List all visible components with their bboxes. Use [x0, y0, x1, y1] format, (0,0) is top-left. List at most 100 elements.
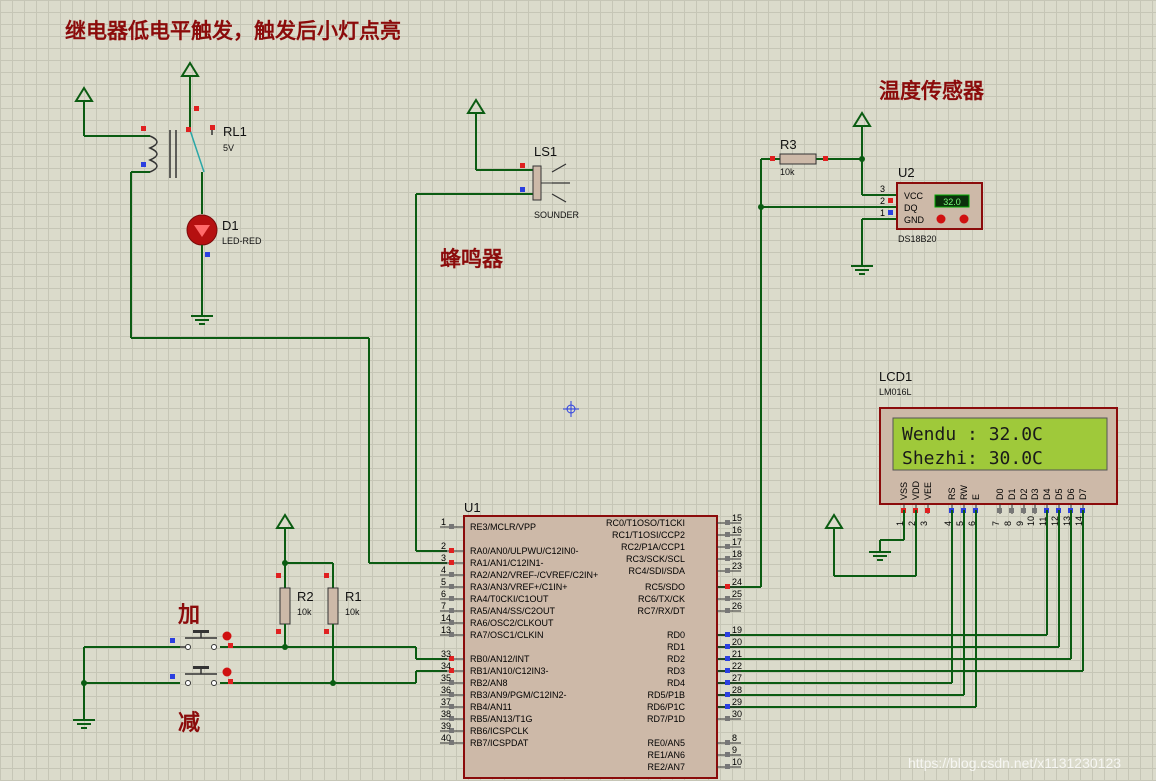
r2-ref: R2	[297, 589, 314, 604]
mcu-pin-number: 4	[441, 565, 446, 575]
relay-coil	[148, 135, 158, 173]
mcu-pin-label: RD6/P1C	[647, 702, 686, 712]
r1-value: 10k	[345, 607, 360, 617]
mcu-pin-label: RC5/SDO	[645, 582, 685, 592]
mcu-pin-number: 30	[732, 709, 742, 719]
mcu-pin-label: RB5/AN13/T1G	[470, 714, 533, 724]
power-terminal-relay-contact	[180, 61, 200, 77]
sound-wave-icon	[551, 163, 567, 173]
lcd-pin-number: 3	[919, 521, 929, 526]
mcu-pin-number: 1	[441, 517, 446, 527]
mcu-pin-number: 16	[732, 525, 742, 535]
mcu-pin-number: 10	[732, 757, 742, 767]
ground-symbol-lcd	[869, 551, 891, 561]
lcd-pin-label: RS	[947, 487, 957, 500]
sensor-reading: 32.0	[943, 197, 961, 207]
schematic-svg: 继电器低电平触发，触发后小灯点亮 温度传感器 蜂鸣器 加 减 RL1 5V D1…	[65, 19, 1121, 779]
mcu-pin-label: RE2/AN7	[647, 762, 685, 772]
mcu-pin-label: RA6/OSC2/CLKOUT	[470, 618, 554, 628]
mcu-pin-number: 21	[732, 649, 742, 659]
power-terminal-sensor	[852, 111, 872, 127]
r2-value: 10k	[297, 607, 312, 617]
r3-value: 10k	[780, 167, 795, 177]
mcu-pin-label: RC0/T1OSO/T1CKI	[606, 518, 685, 528]
sensor-increase-button-icon[interactable]	[959, 214, 969, 224]
sensor-pin-dq: DQ	[904, 203, 918, 213]
mcu-pin-label: RA3/AN3/VREF+/C1IN+	[470, 582, 568, 592]
relay-switch-arm	[189, 129, 205, 173]
mcu-pin-number: 26	[732, 601, 742, 611]
mcu-pin-label: RB2/AN8	[470, 678, 508, 688]
mcu-pin-label: RB1/AN10/C12IN3-	[470, 666, 549, 676]
mcu-pin-label: RD0	[667, 630, 685, 640]
sensor-decrease-button-icon[interactable]	[936, 214, 946, 224]
mcu-pin-label: RC4/SDI/SDA	[628, 566, 685, 576]
lcd-ref: LCD1	[879, 369, 912, 384]
mcu-pin-number: 35	[441, 673, 451, 683]
mcu-pin-number: 28	[732, 685, 742, 695]
buzzer-annotation: 蜂鸣器	[440, 247, 504, 271]
mcu-pin-number: 38	[441, 709, 451, 719]
mcu-pin-number: 20	[732, 637, 742, 647]
lcd-pin-number: 8	[1003, 521, 1013, 526]
lcd-pin-label: D7	[1078, 488, 1088, 500]
lcd-pin-label: VEE	[923, 482, 933, 500]
lcd-pin-label: D4	[1042, 488, 1052, 500]
mcu-pin-label: RA2/AN2/VREF-/CVREF/C2IN+	[470, 570, 598, 580]
button-circuit: R2 10k R1 10k	[73, 513, 447, 729]
power-terminal-lcd	[824, 513, 844, 529]
crosshair-icon	[563, 401, 579, 417]
lcd-pin-label: D1	[1007, 488, 1017, 500]
mcu-pin-number: 8	[732, 733, 737, 743]
lcd-pin-number: 7	[991, 521, 1001, 526]
plus-annotation: 加	[177, 603, 200, 628]
schematic-canvas: 继电器低电平触发，触发后小灯点亮 温度传感器 蜂鸣器 加 减 RL1 5V D1…	[0, 0, 1156, 781]
watermark: https://blog.csdn.net/x1131230123	[908, 755, 1121, 771]
mcu-pin-label: RC1/T1OSI/CCP2	[612, 530, 685, 540]
lcd-pin-label: E	[971, 494, 981, 500]
mcu-ref: U1	[464, 500, 481, 515]
mcu-pin-number: 17	[732, 537, 742, 547]
power-terminal-relay-coil	[74, 86, 94, 102]
sensor-pin-vcc: VCC	[904, 191, 924, 201]
mcu-pin-number: 25	[732, 589, 742, 599]
temp-sensor-annotation: 温度传感器	[879, 79, 985, 103]
lcd-pin-label: D0	[995, 488, 1005, 500]
mcu-pin-number: 13	[441, 625, 451, 635]
lcd-line-2: Shezhi: 30.0C	[902, 448, 1043, 469]
lcd-pin-number: 9	[1015, 521, 1025, 526]
mcu-pin-label: RD7/P1D	[647, 714, 686, 724]
resistor-r1	[327, 587, 339, 625]
mcu-pin-label: RC7/RX/DT	[637, 606, 685, 616]
mcu-pin-label: RE0/AN5	[647, 738, 685, 748]
mcu-pin-number: 3	[441, 553, 446, 563]
mcu-pin-label: RC3/SCK/SCL	[626, 554, 685, 564]
mcu-pin-number: 36	[441, 685, 451, 695]
r3-ref: R3	[780, 137, 797, 152]
mcu-pin-label: RE3/MCLR/VPP	[470, 522, 536, 532]
mcu-pin-label: RB7/ICSPDAT	[470, 738, 529, 748]
relay-value: 5V	[223, 143, 234, 153]
mcu-pin-label: RB6/ICSPCLK	[470, 726, 529, 736]
mcu-pin-number: 19	[732, 625, 742, 635]
mcu-pin-number: 9	[732, 745, 737, 755]
lcd-pin-label: VSS	[899, 482, 909, 500]
lcd-pin-label: D3	[1030, 488, 1040, 500]
buzzer-ref: LS1	[534, 144, 557, 159]
lcd-pin-label: D2	[1019, 488, 1029, 500]
mcu-pin-number: 39	[441, 721, 451, 731]
lcd-pin-label: VDD	[911, 480, 921, 500]
mcu-pin-number: 22	[732, 661, 742, 671]
sensor-value: DS18B20	[898, 234, 937, 244]
lcd-pin-label: RW	[959, 485, 969, 500]
mcu-pin-label: RD1	[667, 642, 685, 652]
mcu-pin-number: 6	[441, 589, 446, 599]
lcd-pin-label: D6	[1066, 488, 1076, 500]
mcu-pin-label: RA5/AN4/SS/C2OUT	[470, 606, 556, 616]
relay-title-annotation: 继电器低电平触发，触发后小灯点亮	[65, 19, 401, 43]
temperature-sensor-circuit: R3 10k U2 DS18B20 VCC DQ GND 3 2 1 32.0	[718, 111, 983, 588]
lcd-pin-label: D5	[1054, 488, 1064, 500]
mcu-pin-number: 15	[732, 513, 742, 523]
mcu-pin-number: 29	[732, 697, 742, 707]
mcu-pin-number: 33	[441, 649, 451, 659]
